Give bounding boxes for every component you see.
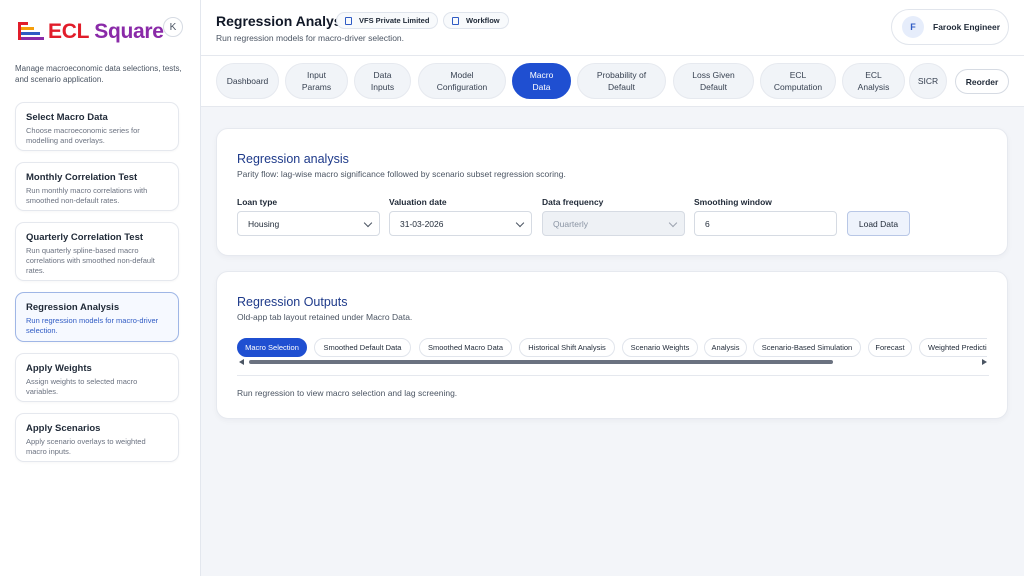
subtabs-scrollbar[interactable] (237, 359, 989, 365)
regression-outputs-card: Regression Outputs Old-app tab layout re… (216, 271, 1008, 419)
subtab-historical-shift-analysis[interactable]: Historical Shift Analysis (519, 338, 615, 357)
workflow-icon (452, 16, 459, 25)
sidebar-item-desc: Run quarterly spline-based macro correla… (26, 246, 155, 275)
workflow-badge[interactable]: Workflow (443, 12, 509, 29)
subtab-forecast[interactable]: Forecast (868, 338, 912, 357)
company-badge[interactable]: VFS Private Limited (336, 12, 439, 29)
subtab-weighted-predictions[interactable]: Weighted Predictions (919, 338, 987, 357)
sidebar-item-title: Select Macro Data (26, 112, 108, 123)
sidebar-item-regression-analysis[interactable]: Regression Analysis Run regression model… (15, 292, 179, 342)
ecl-square-logo[interactable]: ECL Square (18, 20, 164, 44)
regression-analysis-card: Regression analysis Parity flow: lag-wis… (216, 128, 1008, 256)
sidebar-item-desc: Run monthly macro correlations with smoo… (26, 186, 148, 205)
scroll-left-icon[interactable] (239, 359, 244, 365)
sidebar-item-title: Regression Analysis (26, 302, 120, 313)
avatar: F (902, 16, 924, 38)
tab-macro-data[interactable]: Macro Data (512, 63, 571, 99)
subtab-analysis[interactable]: Analysis (704, 338, 747, 357)
chevron-down-icon (363, 218, 373, 228)
tab-sicr[interactable]: SICR (909, 63, 947, 99)
scroll-right-icon[interactable] (982, 359, 987, 365)
data-frequency-label: Data frequency (542, 197, 604, 207)
subtab-smoothed-default-data[interactable]: Smoothed Default Data (314, 338, 411, 357)
valuation-date-label: Valuation date (389, 197, 447, 207)
sidebar-item-desc: Assign weights to selected macro variabl… (26, 377, 138, 396)
subtab-smoothed-macro-data[interactable]: Smoothed Macro Data (419, 338, 512, 357)
sidebar-item-desc: Choose macroeconomic series for modellin… (26, 126, 140, 145)
page-subtitle: Run regression models for macro-driver s… (216, 33, 405, 43)
sidebar-item-apply-weights[interactable]: Apply Weights Assign weights to selected… (15, 353, 179, 402)
subtab-macro-selection[interactable]: Macro Selection (237, 338, 307, 357)
chevron-down-icon (668, 218, 678, 228)
logo-bars-icon (18, 20, 44, 44)
load-data-button[interactable]: Load Data (847, 211, 910, 236)
sidebar-item-title: Apply Weights (26, 363, 92, 374)
analysis-subtitle: Parity flow: lag-wise macro significance… (237, 169, 566, 179)
analysis-title: Regression analysis (237, 152, 349, 166)
tab-loss-given-default[interactable]: Loss Given Default (673, 63, 754, 99)
sidebar-item-title: Apply Scenarios (26, 423, 101, 434)
loan-type-select[interactable]: Housing (237, 211, 380, 236)
user-name: Farook Engineer (933, 22, 1001, 32)
logo-text: ECL Square (48, 20, 164, 43)
sidebar: ECL Square K Manage macroeconomic data s… (0, 0, 201, 576)
sidebar-item-title: Quarterly Correlation Test (26, 232, 144, 243)
tab-data-inputs[interactable]: Data Inputs (354, 63, 411, 99)
collapse-sidebar-button[interactable]: K (163, 17, 183, 37)
tab-dashboard[interactable]: Dashboard (216, 63, 279, 99)
main-tabs: Dashboard Input Params Data Inputs Model… (201, 56, 1024, 107)
sidebar-item-desc: Run regression models for macro-driver s… (26, 316, 159, 335)
valuation-date-value: 31-03-2026 (400, 218, 444, 229)
loan-type-value: Housing (248, 218, 280, 229)
page-title: Regression Analysis (216, 13, 354, 29)
sidebar-description: Manage macroeconomic data selections, te… (15, 64, 182, 84)
user-menu[interactable]: F Farook Engineer (891, 9, 1009, 45)
divider (237, 375, 989, 376)
subtab-scenario-weights[interactable]: Scenario Weights (622, 338, 698, 357)
tab-model-configuration[interactable]: Model Configuration (418, 63, 506, 99)
smoothing-window-input[interactable] (694, 211, 837, 236)
smoothing-window-label: Smoothing window (694, 197, 772, 207)
loan-type-label: Loan type (237, 197, 278, 207)
workflow-label: Workflow (466, 16, 500, 25)
data-frequency-value: Quarterly (553, 218, 588, 229)
sidebar-item-monthly-correlation[interactable]: Monthly Correlation Test Run monthly mac… (15, 162, 179, 211)
tab-input-params[interactable]: Input Params (285, 63, 348, 99)
reorder-button[interactable]: Reorder (955, 69, 1009, 94)
subtab-scenario-based-simulation[interactable]: Scenario-Based Simulation (753, 338, 861, 357)
company-name: VFS Private Limited (359, 16, 430, 25)
valuation-date-select[interactable]: 31-03-2026 (389, 211, 532, 236)
tab-probability-of-default[interactable]: Probability of Default (577, 63, 666, 99)
sidebar-item-select-macro-data[interactable]: Select Macro Data Choose macroeconomic s… (15, 102, 179, 151)
sidebar-item-title: Monthly Correlation Test (26, 172, 138, 183)
tab-ecl-computation[interactable]: ECL Computation (760, 63, 836, 99)
outputs-subtitle: Old-app tab layout retained under Macro … (237, 312, 413, 322)
sidebar-item-apply-scenarios[interactable]: Apply Scenarios Apply scenario overlays … (15, 413, 179, 462)
tab-ecl-analysis[interactable]: ECL Analysis (842, 63, 905, 99)
sidebar-item-quarterly-correlation[interactable]: Quarterly Correlation Test Run quarterly… (15, 222, 179, 281)
page-header: Regression Analysis Run regression model… (201, 0, 1024, 56)
outputs-title: Regression Outputs (237, 295, 348, 309)
data-frequency-select[interactable]: Quarterly (542, 211, 685, 236)
sidebar-item-desc: Apply scenario overlays to weighted macr… (26, 437, 146, 456)
chevron-down-icon (515, 218, 525, 228)
scrollbar-thumb[interactable] (249, 360, 833, 364)
document-icon (345, 16, 352, 25)
empty-state-message: Run regression to view macro selection a… (237, 388, 458, 398)
